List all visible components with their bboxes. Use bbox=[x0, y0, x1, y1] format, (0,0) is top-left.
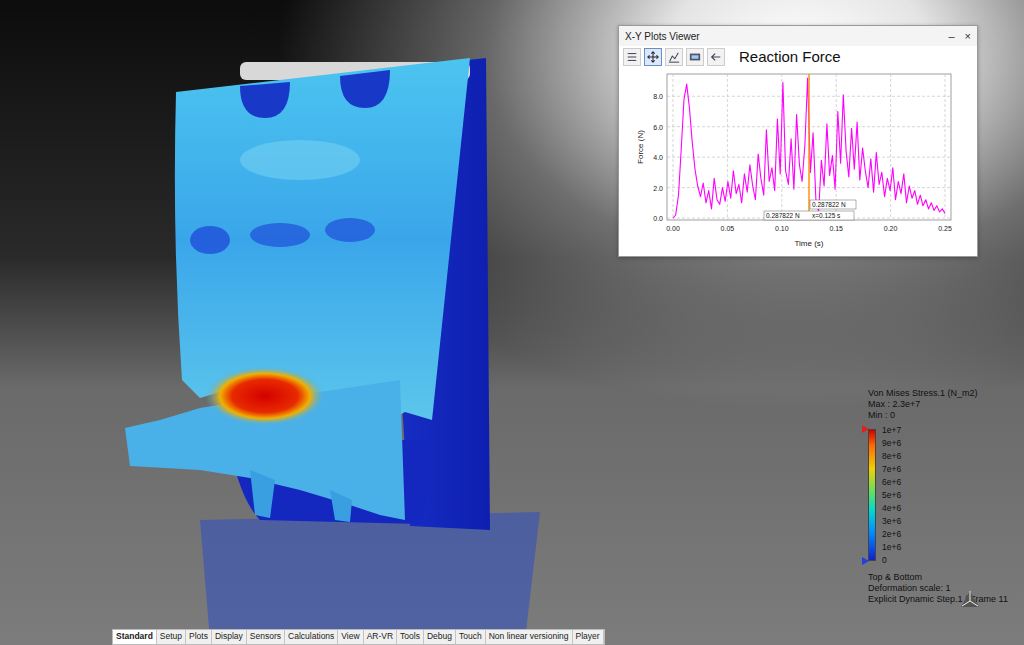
toolbar-button[interactable] bbox=[686, 48, 704, 66]
toolbar-icon bbox=[668, 51, 680, 63]
legend-footer-line: Top & Bottom bbox=[868, 572, 1018, 582]
cursor-readout-box bbox=[764, 211, 854, 220]
x-tick-label: 0.10 bbox=[775, 225, 789, 232]
legend-min: Min : 0 bbox=[868, 410, 1018, 420]
cursor-readout-x: x=0.125 s bbox=[812, 212, 841, 219]
floor-reflection bbox=[200, 512, 540, 640]
legend-footer-line: Explicit Dynamic Step.1 / Frame 11 bbox=[868, 594, 1018, 604]
legend-tick: 3e+6 bbox=[882, 517, 901, 526]
toolbar-button[interactable] bbox=[707, 48, 725, 66]
legend-tick: 6e+6 bbox=[882, 478, 901, 487]
legend-tick: 8e+6 bbox=[882, 452, 901, 461]
y-tick-label: 4.0 bbox=[653, 154, 663, 161]
grid-line bbox=[890, 74, 891, 220]
y-tick-label: 8.0 bbox=[653, 93, 663, 100]
chart-title: Reaction Force bbox=[739, 48, 841, 65]
legend-tick: 1e+7 bbox=[882, 426, 901, 435]
color-bar bbox=[868, 429, 876, 561]
stress-hotspot bbox=[205, 366, 325, 426]
grid-line bbox=[673, 74, 674, 220]
window-title: X-Y Plots Viewer bbox=[625, 31, 700, 42]
x-tick-label: 0.20 bbox=[884, 225, 898, 232]
command-tab[interactable]: Player bbox=[573, 630, 604, 644]
command-tab[interactable]: Setup bbox=[157, 630, 186, 644]
command-tab[interactable]: Debug bbox=[424, 630, 456, 644]
reaction-force-chart[interactable]: 0.0 2.0 4.0 6.0 8.0 0.00 0.05 0.10 0.15 0.20 0.25 F… bbox=[619, 68, 975, 256]
y-tick-label: 2.0 bbox=[653, 185, 663, 192]
command-tab-bar: StandardSetupPlotsDisplaySensorsCalculat… bbox=[112, 629, 605, 645]
window-control-button[interactable]: – bbox=[948, 30, 954, 42]
x-tick-label: 0.05 bbox=[721, 225, 735, 232]
toolbar-button[interactable] bbox=[623, 48, 641, 66]
toolbar-button[interactable] bbox=[644, 48, 662, 66]
command-tab[interactable]: Tools bbox=[397, 630, 424, 644]
command-tab[interactable]: Touch bbox=[456, 630, 486, 644]
plot-area bbox=[667, 74, 951, 220]
cursor-label: 0.287822 N bbox=[812, 201, 846, 208]
y-axis-label: Force (N) bbox=[636, 130, 645, 164]
y-tick-label: 6.0 bbox=[653, 124, 663, 131]
time-cursor[interactable] bbox=[808, 74, 809, 220]
window-control-button[interactable]: × bbox=[965, 30, 971, 42]
cursor-label-box bbox=[810, 200, 856, 209]
bottle-carrier-model[interactable] bbox=[100, 40, 550, 645]
legend-tick: 1e+6 bbox=[882, 543, 901, 552]
cursor-readout-value: 0.287822 N bbox=[766, 212, 800, 219]
legend-tick: 4e+6 bbox=[882, 504, 901, 513]
legend-max: Max : 2.3e+7 bbox=[868, 399, 1018, 409]
toolbar-icon bbox=[647, 51, 659, 63]
toolbar-icon bbox=[710, 51, 722, 63]
x-tick-label: 0.00 bbox=[666, 225, 680, 232]
toolbar-icon bbox=[689, 51, 701, 63]
command-tab[interactable]: AR-VR bbox=[364, 630, 397, 644]
max-marker-icon[interactable] bbox=[862, 425, 869, 433]
legend-tick: 0 bbox=[882, 556, 901, 565]
stress-legend: Von Mises Stress.1 (N_m2)Max : 2.3e+7Min… bbox=[868, 388, 1018, 604]
window-titlebar[interactable]: X-Y Plots Viewer –× bbox=[619, 26, 977, 46]
min-marker-icon[interactable] bbox=[862, 557, 869, 565]
command-tab[interactable]: View bbox=[338, 630, 363, 644]
grid-line bbox=[727, 74, 728, 220]
command-tab[interactable]: Display bbox=[212, 630, 247, 644]
command-tab[interactable]: Calculations bbox=[285, 630, 338, 644]
legend-tick: 5e+6 bbox=[882, 491, 901, 500]
legend-footer-line: Deformation scale: 1 bbox=[868, 583, 1018, 593]
handle-hole bbox=[340, 70, 390, 108]
x-axis-label: Time (s) bbox=[794, 239, 823, 248]
toolbar-button[interactable] bbox=[665, 48, 683, 66]
legend-tick: 7e+6 bbox=[882, 465, 901, 474]
axis-triad-icon[interactable] bbox=[958, 588, 982, 612]
plot-toolbar bbox=[623, 48, 725, 66]
grid-line bbox=[945, 74, 946, 220]
command-tab[interactable]: Non linear versioning bbox=[486, 630, 573, 644]
simulation-viewport[interactable]: X-Y Plots Viewer –× Reaction Force 0.0 2.0 4.… bbox=[0, 0, 1024, 645]
toolbar-icon bbox=[626, 51, 638, 63]
command-tab[interactable]: Plots bbox=[186, 630, 212, 644]
handle-hole bbox=[240, 82, 290, 118]
command-tab[interactable]: Sensors bbox=[247, 630, 285, 644]
x-tick-label: 0.15 bbox=[829, 225, 843, 232]
legend-tick: 9e+6 bbox=[882, 439, 901, 448]
xy-plots-viewer[interactable]: X-Y Plots Viewer –× Reaction Force 0.0 2.0 4.… bbox=[618, 25, 978, 257]
command-tab[interactable]: Standard bbox=[113, 630, 157, 644]
legend-title: Von Mises Stress.1 (N_m2) bbox=[868, 388, 1018, 398]
front-panel bbox=[175, 58, 470, 420]
y-tick-label: 0.0 bbox=[653, 215, 663, 222]
x-tick-label: 0.25 bbox=[938, 225, 952, 232]
legend-tick: 2e+6 bbox=[882, 530, 901, 539]
